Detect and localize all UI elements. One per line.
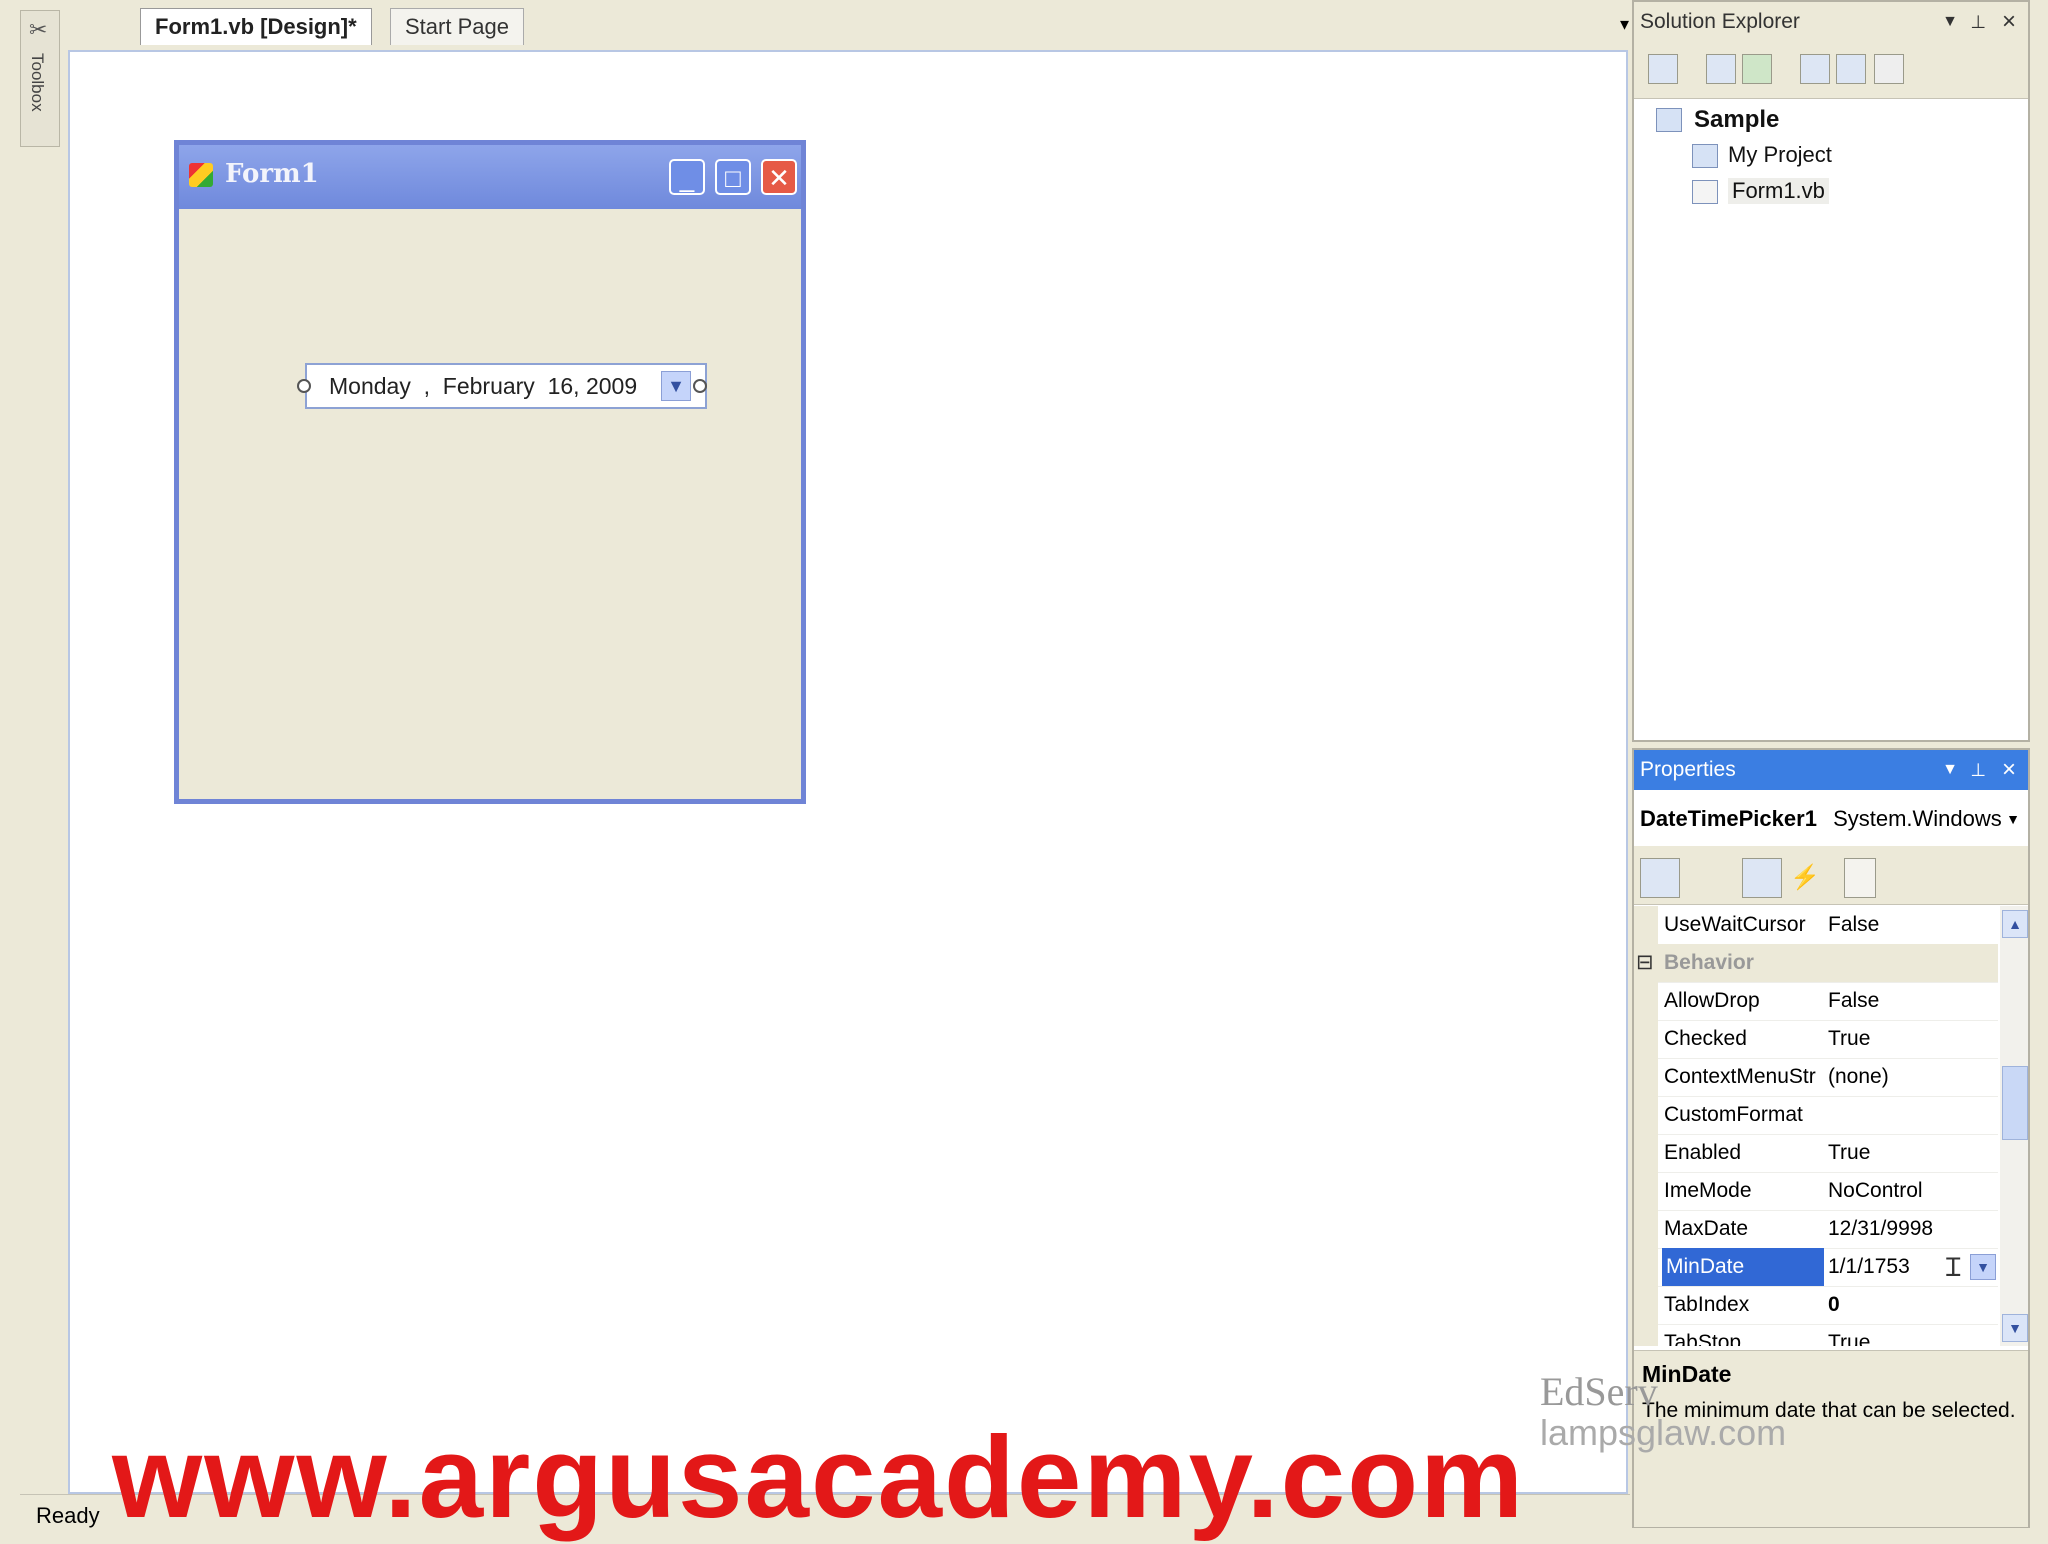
tab-list-menu-icon[interactable]: ▾ bbox=[1620, 14, 1629, 35]
show-all-files-icon[interactable] bbox=[1706, 54, 1736, 84]
form-app-icon bbox=[189, 163, 213, 187]
solution-icon bbox=[1656, 108, 1682, 132]
close-icon: ✕ bbox=[768, 163, 790, 193]
property-row[interactable]: CustomFormat bbox=[1634, 1096, 1998, 1135]
property-row[interactable]: MaxDate 12/31/9998 bbox=[1634, 1210, 1998, 1249]
document-tab-strip: Form1.vb [Design]* Start Page ▾ × bbox=[60, 0, 1665, 48]
property-pages-icon[interactable] bbox=[1844, 858, 1876, 898]
pin-icon[interactable]: ⊥ bbox=[1970, 2, 1986, 42]
text-cursor-icon: Ɪ bbox=[1946, 1252, 1961, 1282]
solution-explorer-toolbar bbox=[1634, 42, 2028, 99]
form1-title: Form1 bbox=[225, 159, 319, 189]
collapse-icon[interactable]: ⊟ bbox=[1636, 944, 1654, 982]
resize-grip-right[interactable] bbox=[693, 379, 707, 393]
toolbox-label: Toolbox bbox=[28, 53, 47, 112]
status-text: Ready bbox=[36, 1503, 100, 1528]
pin-icon[interactable]: ⊥ bbox=[1970, 750, 1986, 790]
scroll-up-icon[interactable]: ▲ bbox=[2002, 910, 2028, 938]
solution-explorer-title: Solution Explorer ▼ ⊥ × bbox=[1634, 2, 2028, 42]
events-icon[interactable]: ⚡ bbox=[1790, 858, 1820, 898]
properties-title: Properties ▼ ⊥ × bbox=[1634, 750, 2028, 790]
scroll-down-icon[interactable]: ▼ bbox=[2002, 1314, 2028, 1342]
property-row[interactable]: ContextMenuStr (none) bbox=[1634, 1058, 1998, 1097]
minimize-icon: _ bbox=[679, 163, 695, 193]
properties-icon[interactable] bbox=[1648, 54, 1678, 84]
property-grid: UseWaitCursor False ⊟ Behavior AllowDrop… bbox=[1634, 906, 1998, 1346]
logo-site-text: lampsglaw.com bbox=[1540, 1412, 1787, 1453]
datetimepicker1[interactable]: Monday , February 16, 2009 ▼ bbox=[297, 363, 707, 409]
scrollbar-thumb[interactable] bbox=[2002, 1066, 2028, 1140]
property-row[interactable]: TabIndex 0 bbox=[1634, 1286, 1998, 1325]
properties-view-icon[interactable] bbox=[1742, 858, 1782, 898]
property-row[interactable]: TabStop True bbox=[1634, 1324, 1998, 1346]
close-button[interactable]: ✕ bbox=[761, 159, 797, 195]
property-grid-scrollbar[interactable]: ▲ ▼ bbox=[2000, 906, 2028, 1346]
properties-panel: Properties ▼ ⊥ × DateTimePicker1 System.… bbox=[1632, 748, 2030, 1528]
form1-window[interactable]: Form1 _ □ ✕ Monday , February 16, 2009 ▼ bbox=[174, 140, 806, 804]
object-selector[interactable]: DateTimePicker1 System.Windows ▼ bbox=[1634, 792, 2028, 847]
alphabetical-icon[interactable] bbox=[1686, 858, 1722, 898]
view-code-icon[interactable] bbox=[1800, 54, 1830, 84]
resize-grip-left[interactable] bbox=[297, 379, 311, 393]
panel-menu-icon[interactable]: ▼ bbox=[1942, 2, 1958, 42]
toolbox-icon: ✂ bbox=[29, 17, 48, 42]
solution-explorer-panel: Solution Explorer ▼ ⊥ × Sample My Projec… bbox=[1632, 0, 2030, 742]
properties-toolbar: ⚡ bbox=[1634, 846, 2028, 905]
categorized-icon[interactable] bbox=[1640, 858, 1680, 898]
tab-form1-design[interactable]: Form1.vb [Design]* bbox=[140, 8, 372, 45]
form-file-icon bbox=[1692, 180, 1718, 204]
form1-titlebar[interactable]: Form1 _ □ ✕ bbox=[179, 145, 801, 209]
project-icon bbox=[1692, 144, 1718, 168]
tab-start-page[interactable]: Start Page bbox=[390, 8, 524, 45]
property-row[interactable]: AllowDrop False bbox=[1634, 982, 1998, 1021]
edserv-logo: EdServ bbox=[1540, 1369, 1658, 1414]
property-row-selected[interactable]: MinDate 1/1/1753 Ɪ ▼ bbox=[1634, 1248, 1998, 1287]
datetimepicker-value: Monday , February 16, 2009 bbox=[329, 373, 638, 399]
property-row[interactable]: Enabled True bbox=[1634, 1134, 1998, 1173]
toolbox-strip[interactable]: ✂ Toolbox bbox=[20, 10, 60, 147]
maximize-icon: □ bbox=[725, 163, 741, 193]
dropdown-arrow-icon[interactable]: ▼ bbox=[661, 371, 691, 401]
class-diagram-icon[interactable] bbox=[1874, 54, 1904, 84]
refresh-icon[interactable] bbox=[1742, 54, 1772, 84]
property-row[interactable]: UseWaitCursor False bbox=[1634, 906, 1998, 945]
maximize-button[interactable]: □ bbox=[715, 159, 751, 195]
property-row[interactable]: Checked True bbox=[1634, 1020, 1998, 1059]
close-icon[interactable]: × bbox=[2002, 2, 2016, 42]
chevron-down-icon[interactable]: ▼ bbox=[2006, 792, 2020, 846]
dropdown-arrow-icon[interactable]: ▼ bbox=[1970, 1254, 1996, 1280]
property-row[interactable]: ImeMode NoControl bbox=[1634, 1172, 1998, 1211]
view-designer-icon[interactable] bbox=[1836, 54, 1866, 84]
close-icon[interactable]: × bbox=[2002, 750, 2016, 790]
watermark-text: www.argusacademy.com bbox=[112, 1412, 1526, 1542]
design-surface[interactable]: Form1 _ □ ✕ Monday , February 16, 2009 ▼ bbox=[68, 50, 1628, 1494]
panel-menu-icon[interactable]: ▼ bbox=[1942, 750, 1958, 790]
minimize-button[interactable]: _ bbox=[669, 159, 705, 195]
property-category-row[interactable]: ⊟ Behavior bbox=[1634, 944, 1998, 983]
